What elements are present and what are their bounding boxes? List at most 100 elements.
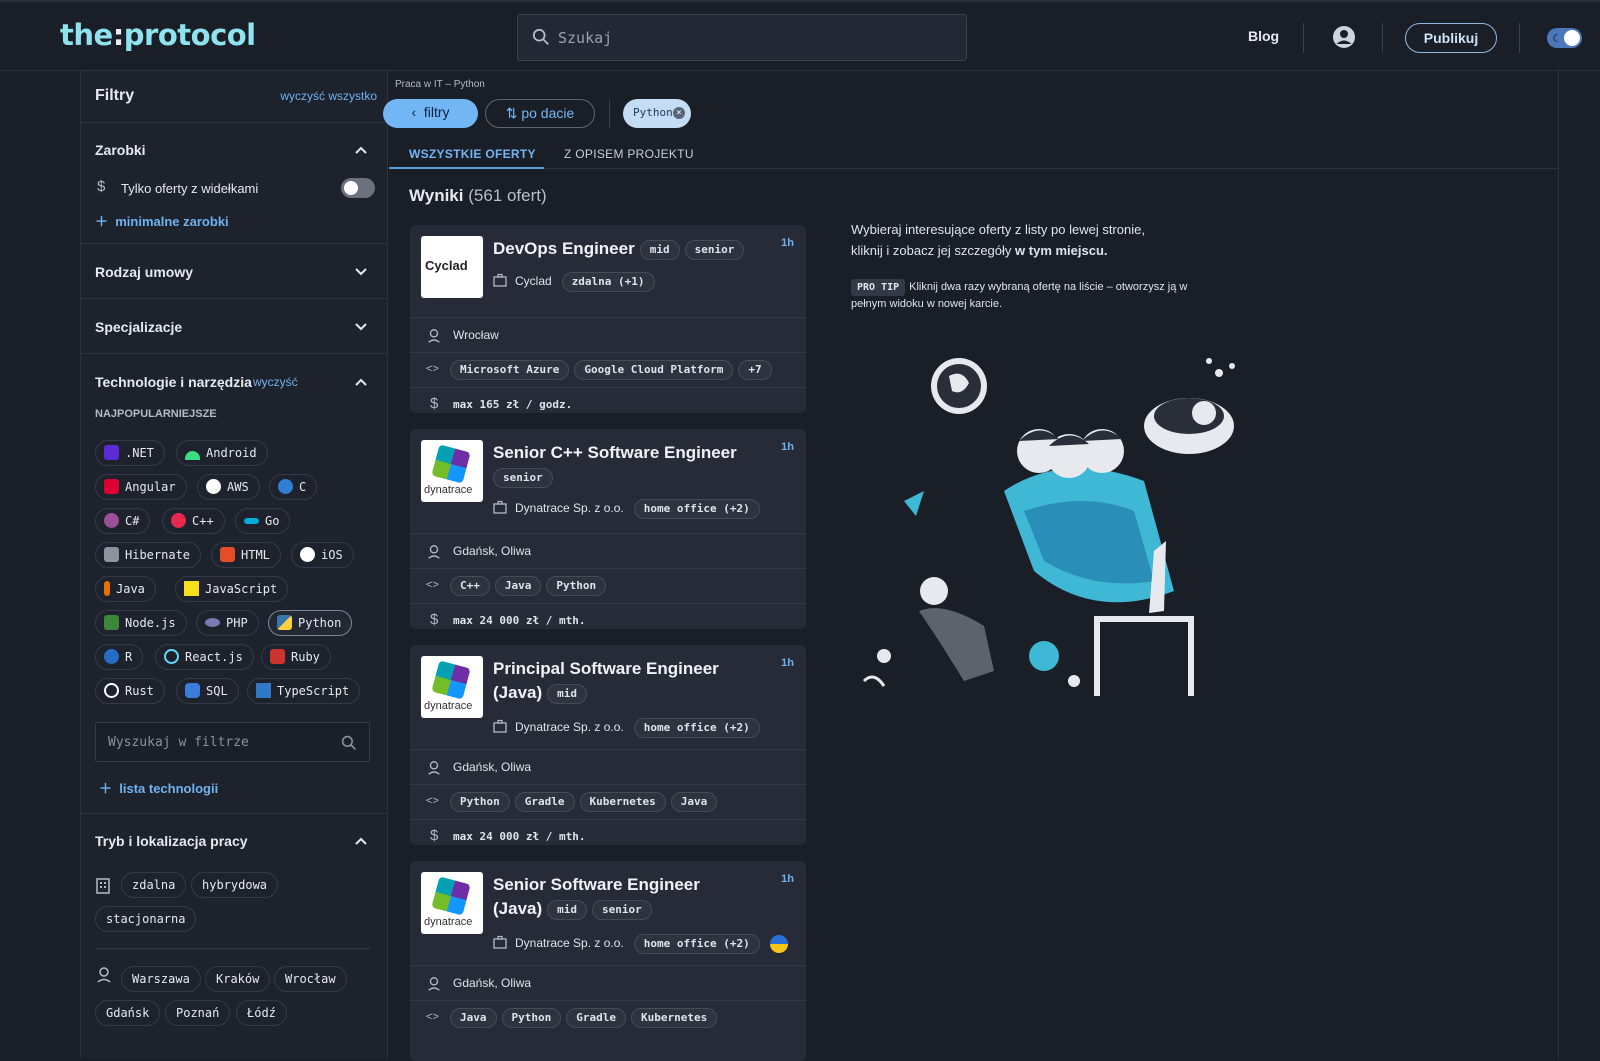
tech-row: <> Java Python Gradle Kubernetes (410, 1000, 806, 1035)
company-logo: dynatrace (421, 656, 483, 718)
tech-chip-go[interactable]: Go (235, 508, 291, 534)
offer-card[interactable]: dynatrace Senior C++ Software Engineer se… (410, 429, 806, 629)
breadcrumb[interactable]: Praca w IT – Python (395, 79, 485, 90)
tech-chip-nodejs[interactable]: Node.js (95, 610, 187, 636)
search-icon[interactable] (341, 735, 357, 751)
tech-chip-sql[interactable]: SQL (176, 678, 239, 704)
ukraine-flag-icon (769, 935, 788, 953)
salary-section: Zarobki $ Tylko oferty z widełkami ＋ min… (81, 123, 387, 244)
active-tab-indicator (389, 167, 544, 169)
city-chip[interactable]: Łódź (236, 1000, 287, 1026)
offer-title: Senior C++ Software Engineer senior (493, 441, 737, 489)
location-row: Gdańsk, Oliwa (410, 533, 806, 568)
tech-chip-php[interactable]: PHP (196, 610, 259, 636)
code-icon: <> (426, 363, 439, 375)
offer-card[interactable]: dynatrace Principal Software Engineer (Ja… (410, 645, 806, 845)
filter-search-box[interactable]: Wyszukaj w filtrze (95, 722, 370, 762)
company-row: Dynatrace Sp. z o.o. home office (+2) (493, 934, 788, 954)
tech-row: <> Python Gradle Kubernetes Java (410, 784, 806, 819)
location-row: Gdańsk, Oliwa (410, 965, 806, 1000)
company-logo: dynatrace (421, 872, 483, 934)
min-salary-link[interactable]: ＋ minimalne zarobki (95, 211, 229, 230)
salary-row: $ max 24 000 zł / mth. (410, 603, 806, 629)
tech-chip-dotnet[interactable]: .NET (95, 440, 165, 466)
level-tag: senior (684, 239, 745, 260)
tab-all-offers[interactable]: WSZYSTKIE OFERTY (409, 147, 536, 161)
tech-list-link[interactable]: ＋ lista technologii (99, 778, 218, 797)
tech-chip-java[interactable]: Java (95, 576, 156, 602)
results-count: Wyniki (561 ofert) (409, 186, 547, 205)
filters-title: Filtry (95, 87, 135, 104)
tech-chip-csharp[interactable]: C# (95, 508, 151, 534)
site-logo[interactable]: the:protocol (60, 18, 256, 52)
sort-button[interactable]: ⇅ po dacie (485, 99, 595, 128)
tech-chip-c[interactable]: C (269, 474, 318, 500)
chevron-down-icon[interactable] (355, 321, 367, 333)
city-chip[interactable]: Wrocław (274, 966, 347, 992)
chevron-up-icon[interactable] (355, 376, 367, 388)
chevron-up-icon[interactable] (355, 835, 367, 847)
clear-all-link[interactable]: wyczyść wszystko (280, 89, 377, 103)
tech-chip-ruby[interactable]: Ruby (261, 644, 331, 670)
blog-link[interactable]: Blog (1248, 28, 1279, 44)
chevron-up-icon[interactable] (355, 144, 367, 156)
remove-filter-icon[interactable]: × (673, 107, 685, 119)
tech-chip-javascript[interactable]: JavaScript (175, 576, 289, 602)
salary-range-label: Tylko oferty z widełkami (121, 181, 259, 196)
mode-chip-hybrid[interactable]: hybrydowa (191, 872, 279, 898)
work-mode-tag: home office (+2) (633, 718, 760, 738)
illustration-image (862, 358, 1235, 696)
tech-chip-typescript[interactable]: TypeScript (247, 678, 361, 704)
tech-chip-reactjs[interactable]: React.js (155, 644, 254, 670)
city-chip[interactable]: Gdańsk (95, 1000, 161, 1026)
sort-icon: ⇅ (505, 105, 522, 121)
tech-chip-rust[interactable]: Rust (95, 678, 165, 704)
contract-section[interactable]: Rodzaj umowy (81, 244, 387, 299)
code-icon: <> (426, 579, 439, 591)
search-box[interactable]: Szukaj (517, 14, 967, 61)
tech-chip-angular[interactable]: Angular (95, 474, 187, 500)
main-content: Praca w IT – Python ‹ filtry ⇅ po dacie … (383, 71, 1559, 1061)
theme-toggle[interactable]: ☾ (1547, 28, 1582, 48)
search-input[interactable]: Szukaj (558, 29, 612, 47)
city-chip[interactable]: Kraków (205, 966, 271, 992)
pro-tip-badge: PRO TIP (851, 279, 906, 296)
tech-chip-hibernate[interactable]: Hibernate (95, 542, 202, 568)
tech-clear-link[interactable]: wyczyść (253, 375, 298, 389)
tech-chip-r[interactable]: R (95, 644, 144, 670)
code-icon: <> (426, 1011, 439, 1023)
city-chip[interactable]: Poznań (165, 1000, 231, 1026)
mode-chip-remote[interactable]: zdalna (121, 872, 187, 898)
tab-project-description[interactable]: Z OPISEM PROJEKTU (564, 147, 694, 161)
tech-chip-python[interactable]: Python (268, 610, 353, 636)
spec-section[interactable]: Specjalizacje (81, 299, 387, 354)
briefcase-icon (493, 501, 507, 514)
dollar-icon: $ (430, 827, 439, 844)
work-mode-tag: home office (+2) (633, 499, 760, 519)
tech-chip-android[interactable]: Android (176, 440, 268, 466)
tech-chip-html[interactable]: HTML (211, 542, 281, 568)
filter-search-input[interactable]: Wyszukaj w filtrze (108, 735, 249, 750)
salary-range-toggle[interactable] (341, 178, 375, 198)
company-row: Cyclad zdalna (+1) (493, 272, 655, 292)
chevron-down-icon[interactable] (355, 266, 367, 278)
tech-chip-cpp[interactable]: C++ (162, 508, 225, 534)
tech-row: <> C++ Java Python (410, 568, 806, 603)
level-tag: mid (547, 683, 588, 704)
tech-chip-aws[interactable]: AWS (197, 474, 260, 500)
level-tag: senior (592, 899, 652, 920)
user-account-icon[interactable] (1332, 25, 1356, 49)
mode-chip-office[interactable]: stacjonarna (95, 906, 197, 932)
publish-button[interactable]: Publikuj (1405, 23, 1497, 53)
city-chip[interactable]: Warszawa (121, 966, 201, 992)
active-filter-chip[interactable]: Python × (623, 99, 691, 128)
spec-title: Specjalizacje (95, 319, 183, 335)
offer-card[interactable]: Cyclad DevOps Engineer mid senior 1h Cycla… (410, 225, 806, 413)
briefcase-icon (493, 936, 507, 949)
offer-card[interactable]: dynatrace Senior Software Engineer (Java)… (410, 861, 806, 1061)
briefcase-icon (493, 720, 507, 733)
offer-tabs: WSZYSTKIE OFERTY Z OPISEM PROJEKTU (389, 139, 1559, 169)
tech-chip-ios[interactable]: iOS (291, 542, 354, 568)
company-row: Dynatrace Sp. z o.o. home office (+2) (493, 499, 760, 519)
filters-toggle-button[interactable]: ‹ filtry (383, 99, 478, 128)
